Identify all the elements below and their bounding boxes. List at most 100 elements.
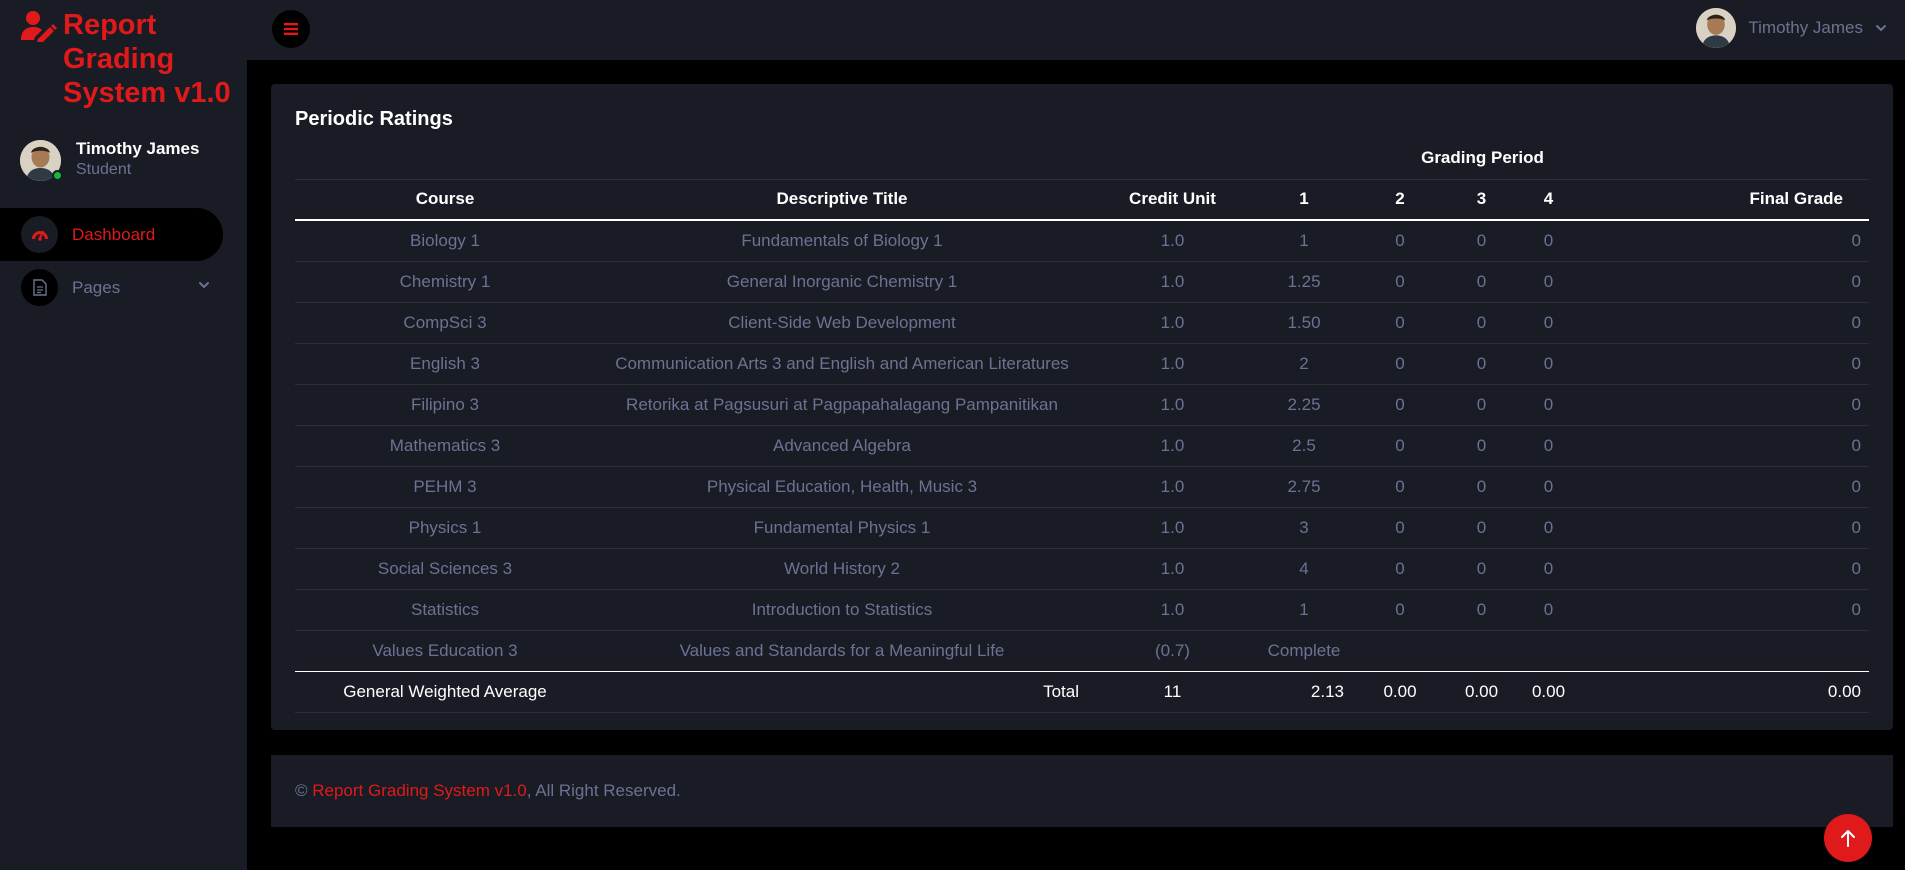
table-cell: 4 [1256, 548, 1352, 590]
table-cell: 0 [1515, 343, 1582, 385]
table-row: Social Sciences 3 World History 2 1.0 4 0 0 0 0 [295, 548, 1869, 590]
table-cell: 2.5 [1256, 425, 1352, 467]
table-cell: 1.0 [1089, 425, 1256, 467]
chevron-down-icon [1876, 25, 1886, 32]
table-cell: 0 [1352, 589, 1448, 631]
copyright-symbol: © [295, 781, 313, 800]
column-header: 3 [1448, 179, 1515, 221]
brand[interactable]: Report Grading System v1.0 [0, 0, 247, 110]
table-cell: 0 [1515, 425, 1582, 467]
sidebar-item-pages[interactable]: Pages [0, 261, 223, 314]
column-header: Credit Unit [1089, 179, 1256, 221]
table-cell: 1.0 [1089, 261, 1256, 303]
sidebar: Report Grading System v1.0 Timothy James… [0, 0, 247, 870]
table-cell: Complete [1256, 630, 1352, 672]
periodic-ratings-card: Periodic Ratings Grading Period Course D… [271, 84, 1893, 730]
avatar [20, 139, 63, 181]
table-cell: (0.7) [1089, 630, 1256, 672]
table-cell: 0 [1448, 220, 1515, 262]
table-cell: 0 [1448, 261, 1515, 303]
table-cell: 0 [1352, 343, 1448, 385]
table-cell: English 3 [295, 343, 595, 385]
profile-name: Timothy James [76, 139, 200, 158]
table-cell: 1 [1256, 220, 1352, 262]
column-header: 4 [1515, 179, 1582, 221]
table-cell: Values Education 3 [295, 630, 595, 672]
user-name: Timothy James [1748, 18, 1863, 37]
column-header: Descriptive Title [595, 179, 1089, 221]
table-row: Mathematics 3 Advanced Algebra 1.0 2.5 0 0 0 0 [295, 425, 1869, 467]
grading-period-header: Grading Period [1256, 138, 1869, 180]
period-2-average: 0.00 [1352, 671, 1448, 713]
table-row: CompSci 3 Client-Side Web Development 1.0 1… [295, 302, 1869, 344]
table-cell: 0 [1448, 302, 1515, 344]
sidebar-item-label: Pages [72, 277, 121, 297]
table-cell: Advanced Algebra [595, 425, 1089, 467]
avatar-image [1696, 8, 1737, 48]
table-cell: 0 [1582, 220, 1869, 262]
table-cell: Statistics [295, 589, 595, 631]
table-cell: 0 [1448, 425, 1515, 467]
sidebar-item-label: Dashboard [72, 224, 156, 244]
period-3-average: 0.00 [1448, 671, 1515, 713]
gwa-label: General Weighted Average [295, 671, 595, 713]
table-cell: 0 [1352, 425, 1448, 467]
table-cell: 3 [1256, 507, 1352, 549]
table-row: Filipino 3 Retorika at Pagsusuri at Pagpa… [295, 384, 1869, 426]
menu-toggle-button[interactable] [272, 10, 310, 48]
table-cell: 0 [1448, 466, 1515, 508]
table-cell: CompSci 3 [295, 302, 595, 344]
table-cell: 0 [1352, 548, 1448, 590]
table-cell: 0 [1582, 343, 1869, 385]
back-to-top-button[interactable] [1824, 814, 1872, 862]
table-cell: 0 [1582, 384, 1869, 426]
table-cell: Physical Education, Health, Music 3 [595, 466, 1089, 508]
speedometer-icon [21, 216, 58, 253]
table-row: English 3 Communication Arts 3 and Englis… [295, 343, 1869, 385]
table-cell: PEHM 3 [295, 466, 595, 508]
table-cell: 0 [1515, 302, 1582, 344]
column-header: Final Grade [1582, 179, 1869, 221]
table-row: Biology 1 Fundamentals of Biology 1 1.0 1 0 0… [295, 220, 1869, 262]
online-status-dot [52, 169, 63, 181]
table-cell: 0 [1352, 384, 1448, 426]
top-navbar: Timothy James [247, 0, 1905, 60]
table-cell: World History 2 [595, 548, 1089, 590]
table-cell: Retorika at Pagsusuri at Pagpapahalagang… [595, 384, 1089, 426]
table-cell: 1 [1256, 589, 1352, 631]
footer-brand-link[interactable]: Report Grading System v1.0 [312, 781, 526, 800]
table-cell: 0 [1448, 384, 1515, 426]
table-row: Chemistry 1 General Inorganic Chemistry 1… [295, 261, 1869, 303]
table-cell: 0 [1515, 220, 1582, 262]
table-cell: Physics 1 [295, 507, 595, 549]
table-cell: General Inorganic Chemistry 1 [595, 261, 1089, 303]
footer-rights: , All Right Reserved. [526, 781, 681, 800]
table-cell: 0 [1515, 548, 1582, 590]
table-cell: Values and Standards for a Meaningful Li… [595, 630, 1089, 672]
sidebar-item-dashboard[interactable]: Dashboard [0, 208, 223, 261]
table-cell: 0 [1515, 507, 1582, 549]
table-cell: 0 [1582, 261, 1869, 303]
table-cell: 0 [1352, 507, 1448, 549]
arrow-up-icon [1841, 830, 1855, 847]
profile-role: Student [76, 161, 132, 178]
table-row: Statistics Introduction to Statistics 1.0 1… [295, 589, 1869, 631]
document-icon [21, 269, 58, 306]
column-header: 2 [1352, 179, 1448, 221]
table-cell: 1.0 [1089, 343, 1256, 385]
table-cell: 0 [1515, 589, 1582, 631]
grades-table: Grading Period Course Descriptive Title … [295, 138, 1869, 713]
table-group-header-row: Grading Period [295, 138, 1869, 180]
card-title: Periodic Ratings [295, 108, 453, 130]
table-cell: 0 [1515, 261, 1582, 303]
table-cell: 0 [1582, 589, 1869, 631]
table-cell: Social Sciences 3 [295, 548, 595, 590]
table-cell: 0 [1352, 261, 1448, 303]
table-cell: 1.25 [1256, 261, 1352, 303]
user-dropdown[interactable]: Timothy James [1696, 8, 1887, 48]
table-cell: Biology 1 [295, 220, 595, 262]
table-cell: 0 [1582, 425, 1869, 467]
table-cell [1515, 630, 1582, 672]
table-cell: Chemistry 1 [295, 261, 595, 303]
table-cell: 1.0 [1089, 220, 1256, 262]
